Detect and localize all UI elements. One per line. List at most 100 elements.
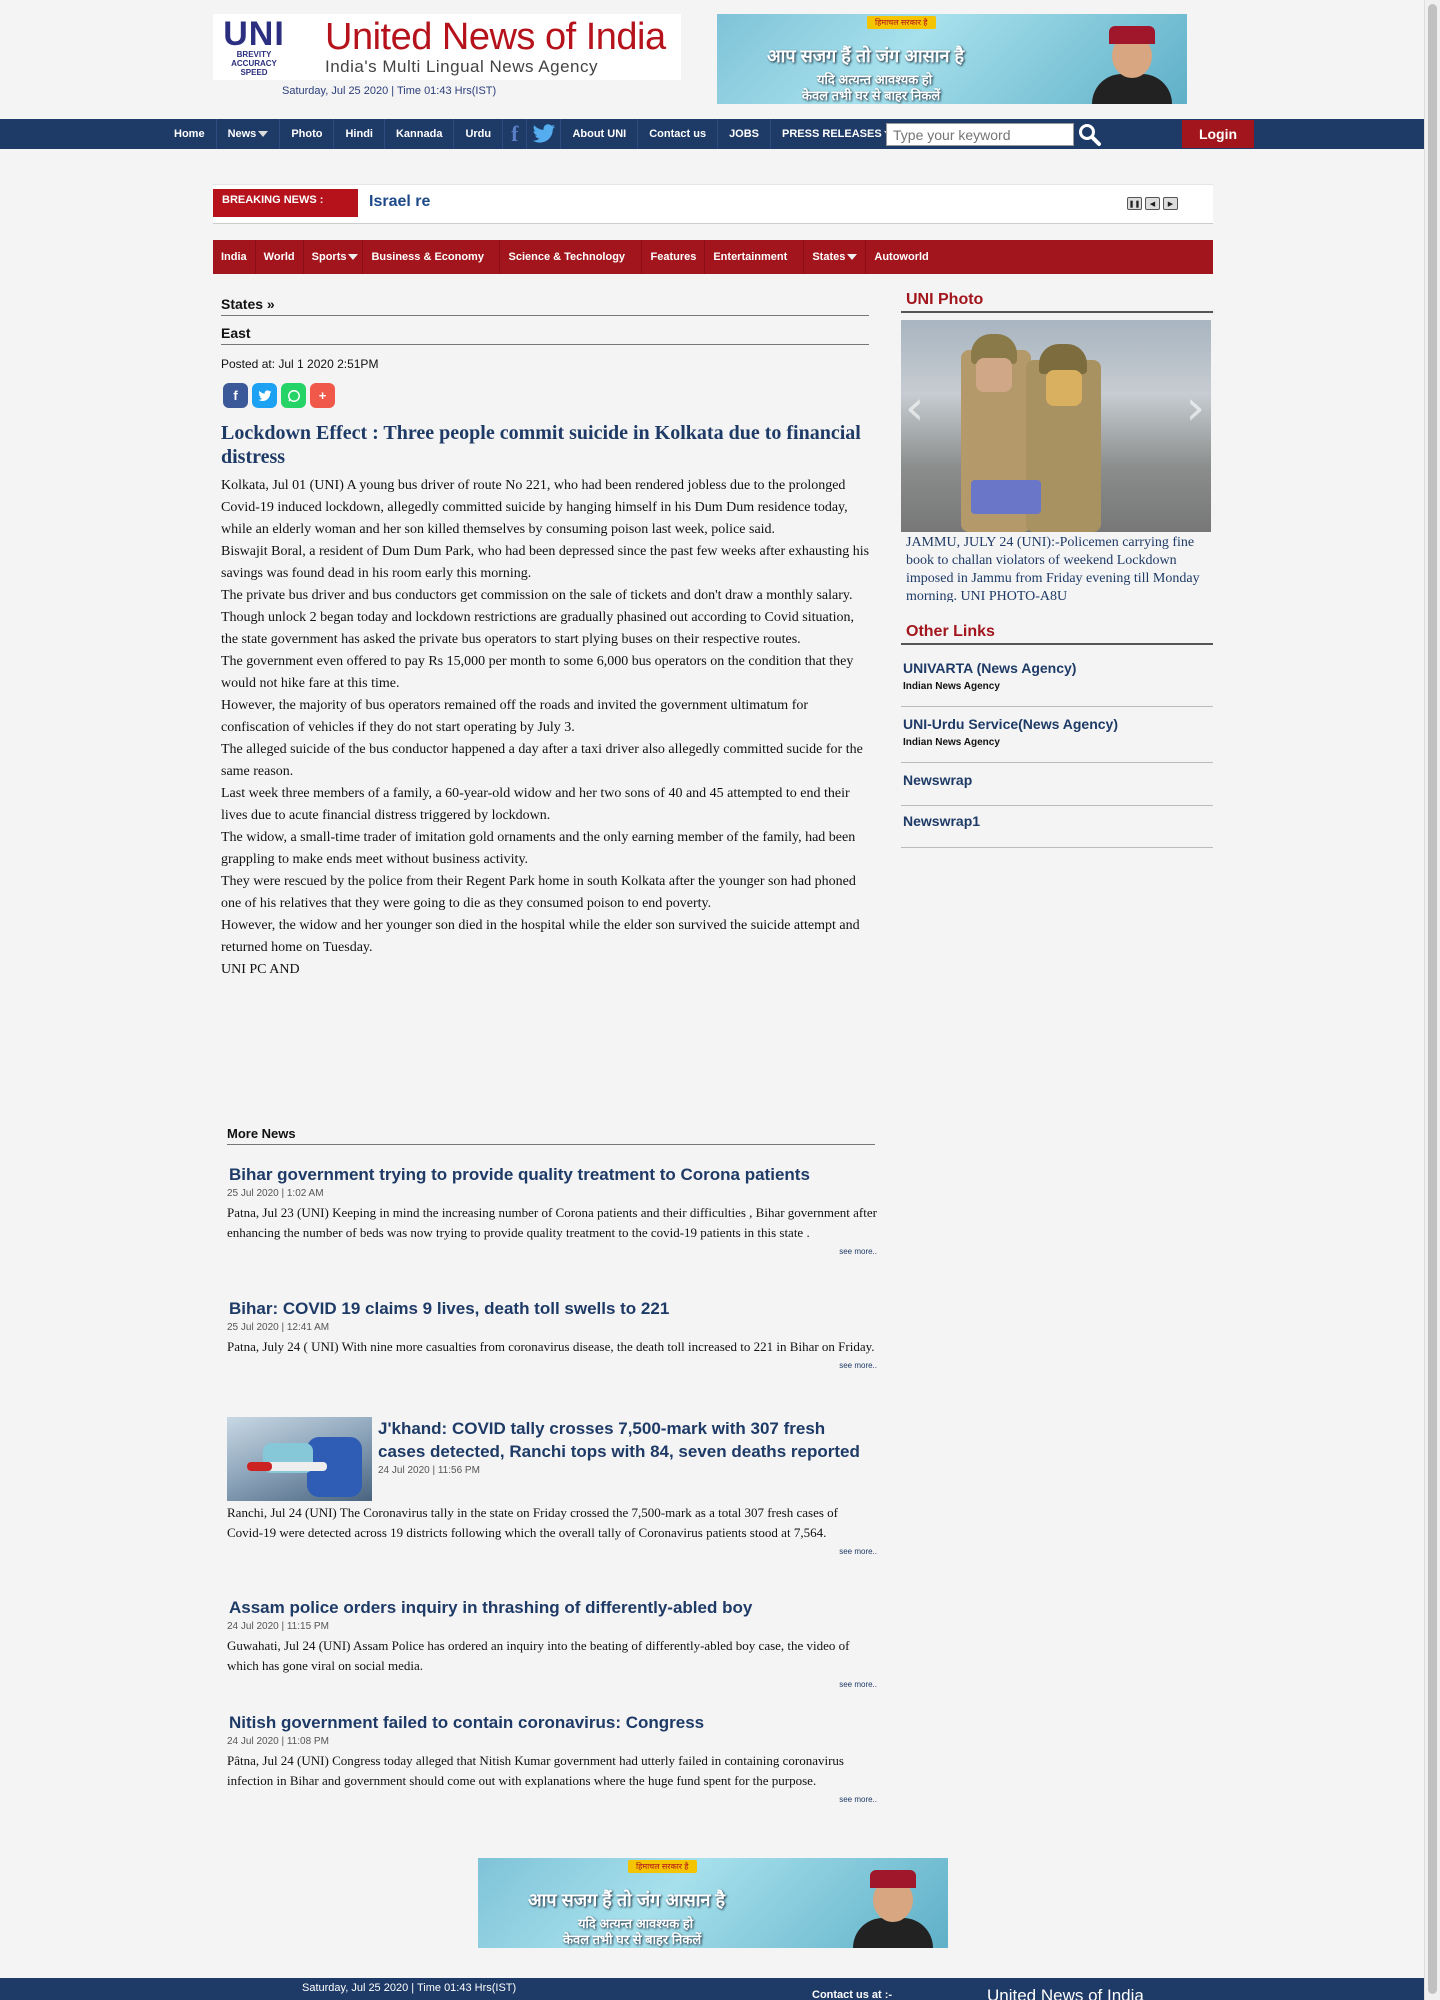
footer-site-name: United News of India: [987, 1986, 1144, 2000]
site-logo[interactable]: UNI BREVITY ACCURACY SPEED United News o…: [213, 14, 681, 80]
more-share-icon[interactable]: +: [310, 383, 335, 408]
search-icon[interactable]: [1078, 123, 1102, 147]
chevron-right-icon[interactable]: ›: [1186, 380, 1205, 436]
news-item-summary: Ranchi, Jul 24 (UNI) The Coronavirus tal…: [227, 1505, 838, 1540]
article-paragraph: The private bus driver and bus conductor…: [221, 588, 853, 603]
share-buttons: f +: [223, 383, 335, 408]
news-item-title[interactable]: J'khand: COVID tally crosses 7,500-mark …: [378, 1417, 877, 1463]
category-features[interactable]: Features: [642, 240, 706, 274]
ad-headline: आप सजग हैं तो जंग आसान है: [528, 1890, 726, 1910]
breadcrumb[interactable]: States »: [221, 296, 869, 316]
ad-person-image: [848, 1864, 938, 1948]
other-link-subtitle: Indian News Agency: [903, 737, 1000, 748]
facebook-icon[interactable]: f: [503, 119, 528, 149]
see-more-link[interactable]: see more..: [227, 1795, 877, 1804]
logo-tagline-2: ACCURACY: [231, 58, 277, 68]
news-item-title[interactable]: Assam police orders inquiry in thrashing…: [227, 1596, 877, 1619]
vertical-scrollbar[interactable]: [1424, 0, 1440, 2000]
see-more-link[interactable]: see more..: [227, 1361, 877, 1370]
news-item-title[interactable]: Nitish government failed to contain coro…: [227, 1711, 877, 1734]
other-link-univarta[interactable]: UNIVARTA (News Agency) Indian News Agenc…: [901, 660, 1213, 707]
article-paragraph: Though unlock 2 began today and lockdown…: [221, 610, 854, 647]
twitter-share-icon[interactable]: [252, 383, 277, 408]
nav-hindi[interactable]: Hindi: [334, 119, 385, 149]
login-button[interactable]: Login: [1182, 120, 1254, 148]
footer-contact-label: Contact us at :-: [812, 1989, 893, 2000]
article-paragraph: However, the majority of bus operators r…: [221, 698, 809, 735]
nav-kannada[interactable]: Kannada: [385, 119, 455, 149]
news-item-date: 24 Jul 2020 | 11:56 PM: [378, 1465, 480, 1476]
category-science[interactable]: Science & Technology: [500, 240, 643, 274]
news-item: Bihar government trying to provide quali…: [227, 1163, 877, 1256]
category-autoworld[interactable]: Autoworld: [866, 240, 936, 274]
breaking-news-ticker[interactable]: Israel re: [369, 190, 430, 214]
category-business[interactable]: Business & Economy: [363, 240, 501, 274]
logo-tagline-3: SPEED: [240, 67, 268, 77]
pause-icon[interactable]: ❚❚: [1127, 197, 1142, 210]
facebook-share-icon[interactable]: f: [223, 383, 248, 408]
site-tagline: India's Multi Lingual News Agency: [325, 57, 598, 76]
nav-urdu[interactable]: Urdu: [454, 119, 504, 149]
other-link-newswrap1[interactable]: Newswrap1: [901, 813, 1213, 848]
news-item: Assam police orders inquiry in thrashing…: [227, 1596, 877, 1689]
article-paragraph: The alleged suicide of the bus conductor…: [221, 742, 863, 779]
see-more-link[interactable]: see more..: [227, 1680, 877, 1689]
article-posted-date: Posted at: Jul 1 2020 2:51PM: [221, 357, 379, 371]
bottom-advertisement-banner[interactable]: हिमाचल सरकार है आप सजग हैं तो जंग आसान ह…: [478, 1858, 948, 1948]
scrollbar-thumb[interactable]: [1428, 4, 1437, 1994]
article-paragraph: The widow, a small-time trader of imitat…: [221, 830, 856, 867]
article-paragraph: Kolkata, Jul 01 (UNI) A young bus driver…: [221, 478, 848, 537]
previous-icon[interactable]: ◀: [1145, 197, 1160, 210]
nav-news[interactable]: News: [217, 119, 281, 149]
search-input[interactable]: [886, 123, 1074, 146]
nav-contact-us[interactable]: Contact us: [638, 119, 719, 149]
other-link-name[interactable]: UNIVARTA (News Agency): [903, 660, 1213, 676]
news-item-title[interactable]: Bihar government trying to provide quali…: [227, 1163, 877, 1186]
whatsapp-share-icon[interactable]: [281, 383, 306, 408]
news-item-summary: Guwahati, Jul 24 (UNI) Assam Police has …: [227, 1638, 850, 1673]
uni-photo-slideshow[interactable]: ‹ ›: [901, 320, 1211, 532]
article-paragraph: They were rescued by the police from the…: [221, 874, 856, 911]
chevron-down-icon: [258, 131, 269, 138]
chevron-down-icon: [348, 254, 359, 261]
see-more-link[interactable]: see more..: [227, 1247, 877, 1256]
article-paragraph: However, the widow and her younger son d…: [221, 918, 860, 955]
article-paragraph: Biswajit Boral, a resident of Dum Dum Pa…: [221, 544, 870, 581]
nav-about-uni[interactable]: About UNI: [561, 119, 639, 149]
article-headline: Lockdown Effect : Three people commit su…: [221, 422, 861, 468]
nav-press-releases[interactable]: PRESS RELEASES: [771, 119, 905, 149]
category-world[interactable]: World: [256, 240, 304, 274]
other-link-uni-urdu[interactable]: UNI-Urdu Service(News Agency) Indian New…: [901, 716, 1213, 763]
chevron-down-icon: [847, 254, 858, 261]
chevron-left-icon[interactable]: ‹: [905, 380, 924, 436]
footer: Saturday, Jul 25 2020 | Time 01:43 Hrs(I…: [0, 1978, 1424, 2000]
other-links-heading: Other Links: [901, 623, 1213, 645]
news-thumbnail-image[interactable]: [227, 1417, 372, 1501]
news-item-date: 25 Jul 2020 | 1:02 AM: [227, 1188, 324, 1199]
category-entertainment[interactable]: Entertainment: [705, 240, 805, 274]
category-sports[interactable]: Sports: [304, 240, 364, 274]
ad-line-3: केवल तभी घर से बाहर निकलें: [802, 88, 941, 103]
news-item-summary: Pâtna, Jul 24 (UNI) Congress today alleg…: [227, 1753, 844, 1788]
category-india[interactable]: India: [213, 240, 256, 274]
next-icon[interactable]: ▶: [1163, 197, 1178, 210]
ad-badge: हिमाचल सरकार है: [628, 1860, 697, 1873]
category-bar: India World Sports Business & Economy Sc…: [213, 240, 1213, 274]
news-item-title[interactable]: Bihar: COVID 19 claims 9 lives, death to…: [227, 1297, 877, 1320]
ad-line-3: केवल तभी घर से बाहर निकलें: [563, 1932, 702, 1947]
footer-datetime: Saturday, Jul 25 2020 | Time 01:43 Hrs(I…: [302, 1982, 517, 1994]
see-more-link[interactable]: see more..: [227, 1547, 877, 1556]
nav-home[interactable]: Home: [163, 119, 217, 149]
other-link-name[interactable]: UNI-Urdu Service(News Agency): [903, 716, 1213, 732]
other-link-newswrap[interactable]: Newswrap: [901, 772, 1213, 806]
article-body: Kolkata, Jul 01 (UNI) A young bus driver…: [221, 475, 871, 981]
nav-jobs[interactable]: JOBS: [718, 119, 772, 149]
twitter-icon[interactable]: [527, 119, 562, 149]
ad-badge: हिमाचल सरकार है: [867, 16, 936, 29]
other-link-name[interactable]: Newswrap1: [903, 813, 1213, 829]
other-link-name[interactable]: Newswrap: [903, 772, 1213, 788]
category-states[interactable]: States: [804, 240, 867, 274]
top-advertisement-banner[interactable]: हिमाचल सरकार है आप सजग हैं तो जंग आसान ह…: [717, 14, 1187, 104]
news-item-date: 24 Jul 2020 | 11:15 PM: [227, 1621, 329, 1632]
nav-photo[interactable]: Photo: [280, 119, 335, 149]
